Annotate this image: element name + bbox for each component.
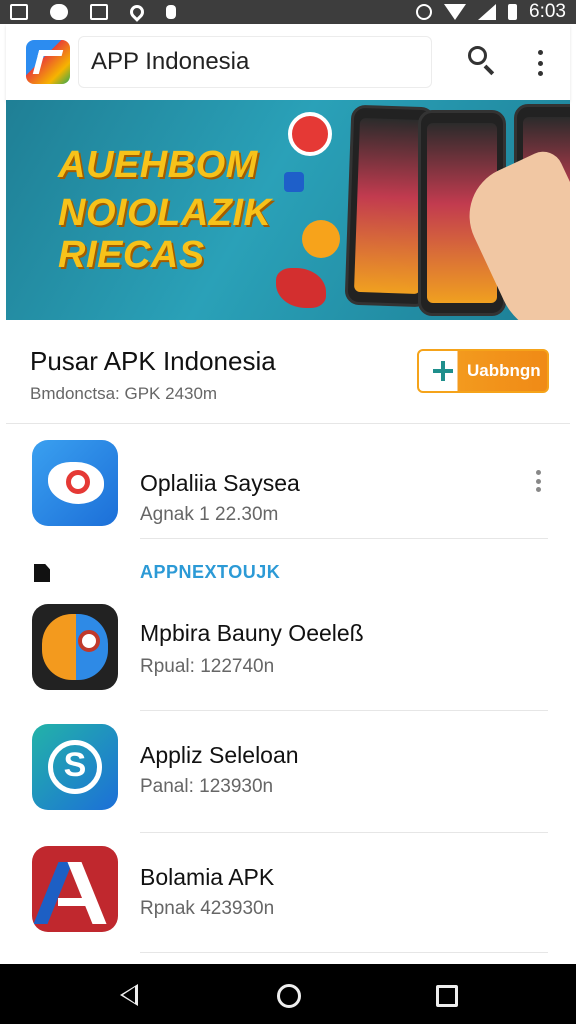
section-header: APPNEXTOUJK xyxy=(32,560,552,584)
more-vert-icon[interactable] xyxy=(536,50,544,76)
app-indonesia-logo-icon[interactable] xyxy=(26,40,70,84)
status-bar: 6:03 xyxy=(0,0,576,24)
install-button-label: Uabbngn xyxy=(467,361,541,380)
promo-banner[interactable]: AUEHBOM NOIOLAZIK RIECAS xyxy=(6,100,570,320)
developer-title: Pusar APK Indonesia xyxy=(30,346,276,376)
decor-shape-icon xyxy=(276,268,326,308)
install-button[interactable]: Uabbngn xyxy=(417,349,549,393)
status-right-icons: 6:03 xyxy=(416,1,566,23)
divider xyxy=(140,710,548,711)
divider xyxy=(140,538,548,539)
search-icon[interactable] xyxy=(468,46,496,76)
app-name: Appliz Seleloan xyxy=(140,742,299,768)
camera-icon xyxy=(32,440,118,526)
decor-shape-icon xyxy=(302,220,340,258)
back-icon[interactable] xyxy=(120,984,138,1006)
plus-icon xyxy=(433,361,453,381)
banner-line-2: NOIOLAZIK xyxy=(58,192,272,234)
location-icon xyxy=(127,2,147,22)
letter-a-icon xyxy=(32,846,118,932)
decor-shape-icon xyxy=(288,112,332,156)
image-icon xyxy=(10,4,28,20)
search-bar[interactable]: APP Indonesia xyxy=(78,36,432,88)
decor-shape-icon xyxy=(284,172,304,192)
alarm-icon xyxy=(416,4,433,20)
document-icon xyxy=(34,564,50,582)
status-left-icons xyxy=(10,2,176,22)
app-icon xyxy=(90,4,108,20)
app-size: Agnak 1 22.30m xyxy=(140,504,279,525)
app-size: Rpnak 423930n xyxy=(140,898,275,919)
status-time: 6:03 xyxy=(529,1,566,22)
app-size: Panal: 123930n xyxy=(140,776,274,797)
banner-line-3: RIECAS xyxy=(58,234,205,276)
app-name: Mpbira Bauny Oeeleß xyxy=(140,620,364,646)
sync-icon: S xyxy=(32,724,118,810)
app-title: APP Indonesia xyxy=(91,48,250,75)
section-label: APPNEXTOUJK xyxy=(140,562,281,582)
app-size: Rpual: 122740n xyxy=(140,656,275,677)
wifi-icon xyxy=(444,4,467,20)
home-icon[interactable] xyxy=(277,984,301,1008)
app-bar: APP Indonesia xyxy=(6,24,570,100)
signal-icon xyxy=(478,4,497,20)
system-nav-bar xyxy=(0,964,576,1024)
divider xyxy=(140,952,548,953)
more-vert-icon[interactable] xyxy=(536,470,542,492)
usb-icon xyxy=(166,5,176,19)
mask-icon xyxy=(32,604,118,690)
recent-apps-icon[interactable] xyxy=(436,985,458,1007)
developer-section: Pusar APK Indonesia Bmdonctsa: GPK 2430m… xyxy=(6,322,570,424)
app-list: Oplaliia Saysea Agnak 1 22.30m APPNEXTOU… xyxy=(6,424,570,964)
app-name: Oplaliia Saysea xyxy=(140,470,300,496)
cloud-icon xyxy=(50,4,68,20)
battery-icon xyxy=(508,4,518,20)
divider xyxy=(140,832,548,833)
developer-subtitle: Bmdonctsa: GPK 2430m xyxy=(30,384,218,403)
banner-line-1: AUEHBOM xyxy=(58,144,258,186)
app-name: Bolamia APK xyxy=(140,864,275,890)
